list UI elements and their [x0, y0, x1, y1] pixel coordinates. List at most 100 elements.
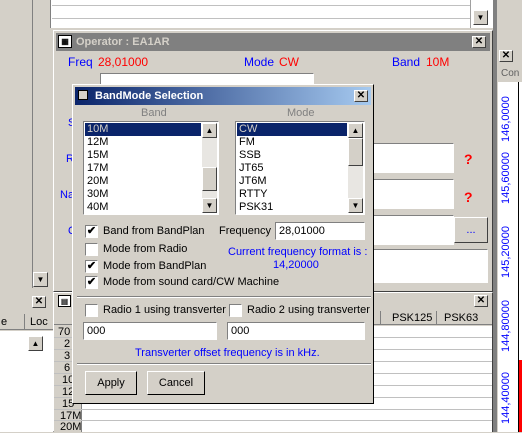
- scroll-up-button[interactable]: ▲: [348, 123, 363, 138]
- band-list-header: Band: [141, 107, 167, 119]
- close-icon[interactable]: ✕: [499, 50, 513, 62]
- column-header-e: e: [1, 316, 8, 328]
- operator-field[interactable]: [372, 215, 454, 245]
- radio2-transverter-checkbox[interactable]: [229, 304, 242, 317]
- grid-line: [54, 420, 492, 421]
- mode-list-header: Mode: [287, 107, 315, 119]
- grid-line: [52, 18, 470, 19]
- operator-field[interactable]: [372, 179, 454, 209]
- mode-from-bandplan-label: Mode from BandPlan: [103, 260, 207, 272]
- band-list-item[interactable]: 40M: [85, 201, 201, 213]
- divider: [77, 296, 371, 298]
- scroll-down-button[interactable]: ▼: [473, 10, 488, 25]
- question-mark: ?: [464, 151, 473, 167]
- mode-list-item[interactable]: JT65: [237, 162, 347, 175]
- scroll-down-button[interactable]: ▼: [202, 198, 217, 213]
- mode-scrollbar[interactable]: ▲ ▼: [348, 123, 363, 213]
- left-lower-panel: ✕ e Loc ▲: [0, 292, 53, 432]
- frequency-input-value: 28,01000: [279, 225, 325, 237]
- band-list-item[interactable]: 20M: [85, 175, 201, 188]
- log-row-label: 20M: [60, 421, 82, 433]
- strip-divider: [32, 28, 33, 288]
- dialog-window-icon: [78, 90, 88, 100]
- freq-label: Freq: [68, 55, 93, 69]
- mode-from-soundcard-label: Mode from sound card/CW Machine: [103, 276, 280, 288]
- close-icon[interactable]: ✕: [354, 90, 368, 102]
- frequency-scale: 146,0000 145,60000 145,20000 144,80000 1…: [498, 82, 522, 432]
- bandmode-dialog: BandMode Selection ✕ Band 10M 12M 15M 17…: [72, 84, 374, 404]
- con-label: Con: [501, 68, 520, 79]
- operator-window-icon: ▦: [58, 35, 72, 48]
- band-listbox[interactable]: 10M 12M 15M 17M 20M 30M 40M ▲ ▼: [83, 121, 219, 215]
- mode-from-soundcard-checkbox[interactable]: ✔: [85, 276, 98, 289]
- right-panel-strip: [493, 0, 497, 432]
- scroll-down-button[interactable]: ▼: [348, 198, 363, 213]
- log-col-header: PSK63: [444, 312, 479, 324]
- operator-titlebar: ▦ Operator : EA1AR ✕: [56, 33, 490, 51]
- question-mark: ?: [464, 189, 473, 205]
- freq-tick-label: 146,0000: [500, 96, 512, 142]
- header-divider: [436, 311, 437, 325]
- freq-value: 28,01000: [98, 55, 149, 69]
- log-col-header: PSK125: [392, 312, 433, 324]
- format-note: Current frequency format is :: [228, 246, 368, 258]
- log-panel-icon: ▦: [58, 295, 71, 307]
- mode-from-bandplan-checkbox[interactable]: ✔: [85, 260, 98, 273]
- background-grid-window: ▼: [0, 0, 493, 28]
- grid-divider: [470, 0, 471, 28]
- scroll-up-button[interactable]: ▲: [28, 336, 43, 351]
- scroll-thumb[interactable]: [348, 138, 363, 166]
- close-icon[interactable]: ✕: [474, 295, 488, 307]
- mode-value: CW: [279, 55, 299, 69]
- radio1-offset-value: 000: [87, 325, 106, 337]
- band-list-item[interactable]: 15M: [85, 149, 201, 162]
- freq-tick-label: 144,40000: [500, 372, 512, 424]
- grid-divider: [32, 0, 33, 28]
- close-icon[interactable]: ✕: [472, 36, 486, 48]
- dialog-title: BandMode Selection: [95, 90, 204, 102]
- mode-listbox[interactable]: CW FM SSB JT65 JT6M RTTY PSK31 ▲ ▼: [235, 121, 365, 215]
- mode-list-item[interactable]: RTTY: [237, 188, 347, 201]
- left-list-body: [0, 331, 53, 432]
- radio1-transverter-label: Radio 1 using transverter: [103, 304, 226, 316]
- mode-list-item[interactable]: JT6M: [237, 175, 347, 188]
- offset-note: Transverter offset frequency is in kHz.: [135, 347, 320, 359]
- operator-field[interactable]: [372, 143, 454, 173]
- close-icon[interactable]: ✕: [32, 296, 46, 308]
- band-list-item[interactable]: 10M: [85, 123, 201, 136]
- scroll-up-button[interactable]: ▲: [202, 123, 217, 138]
- radio2-transverter-label: Radio 2 using transverter: [247, 304, 370, 316]
- mode-list-items: CW FM SSB JT65 JT6M RTTY PSK31: [237, 123, 347, 213]
- grid-divider: [50, 0, 51, 28]
- apply-button[interactable]: Apply: [85, 371, 137, 395]
- band-list-item[interactable]: 30M: [85, 188, 201, 201]
- band-list-item[interactable]: 12M: [85, 136, 201, 149]
- radio1-offset-input[interactable]: 000: [83, 322, 217, 340]
- band-list-item[interactable]: 17M: [85, 162, 201, 175]
- frequency-label: Frequency: [219, 225, 271, 237]
- mode-label: Mode: [244, 55, 275, 69]
- radio2-offset-input[interactable]: 000: [227, 322, 365, 340]
- frequency-input[interactable]: 28,01000: [275, 222, 365, 240]
- cancel-button[interactable]: Cancel: [147, 371, 205, 395]
- mode-from-radio-checkbox[interactable]: [85, 243, 98, 256]
- grid-line: [52, 5, 470, 6]
- mode-list-item[interactable]: CW: [237, 123, 347, 136]
- format-example: 14,20000: [273, 259, 319, 271]
- divider: [77, 363, 371, 365]
- right-frequency-panel: ✕ Con 146,0000 145,60000 145,20000 144,8…: [493, 0, 522, 432]
- operator-field[interactable]: [372, 249, 488, 283]
- mode-list-item[interactable]: SSB: [237, 149, 347, 162]
- band-from-bandplan-checkbox[interactable]: ✔: [85, 225, 98, 238]
- band-scrollbar[interactable]: ▲ ▼: [202, 123, 217, 213]
- mode-list-item[interactable]: FM: [237, 136, 347, 149]
- band-label: Band: [392, 55, 421, 69]
- mode-list-item[interactable]: PSK31: [237, 201, 347, 213]
- scroll-thumb[interactable]: [202, 167, 217, 191]
- left-vertical-strip: ▼: [0, 28, 52, 288]
- scroll-down-button[interactable]: ▼: [33, 272, 48, 287]
- radio1-transverter-checkbox[interactable]: [85, 304, 98, 317]
- band-from-bandplan-label: Band from BandPlan: [103, 225, 205, 237]
- ellipsis-button[interactable]: ...: [454, 217, 488, 243]
- mode-from-radio-label: Mode from Radio: [103, 243, 188, 255]
